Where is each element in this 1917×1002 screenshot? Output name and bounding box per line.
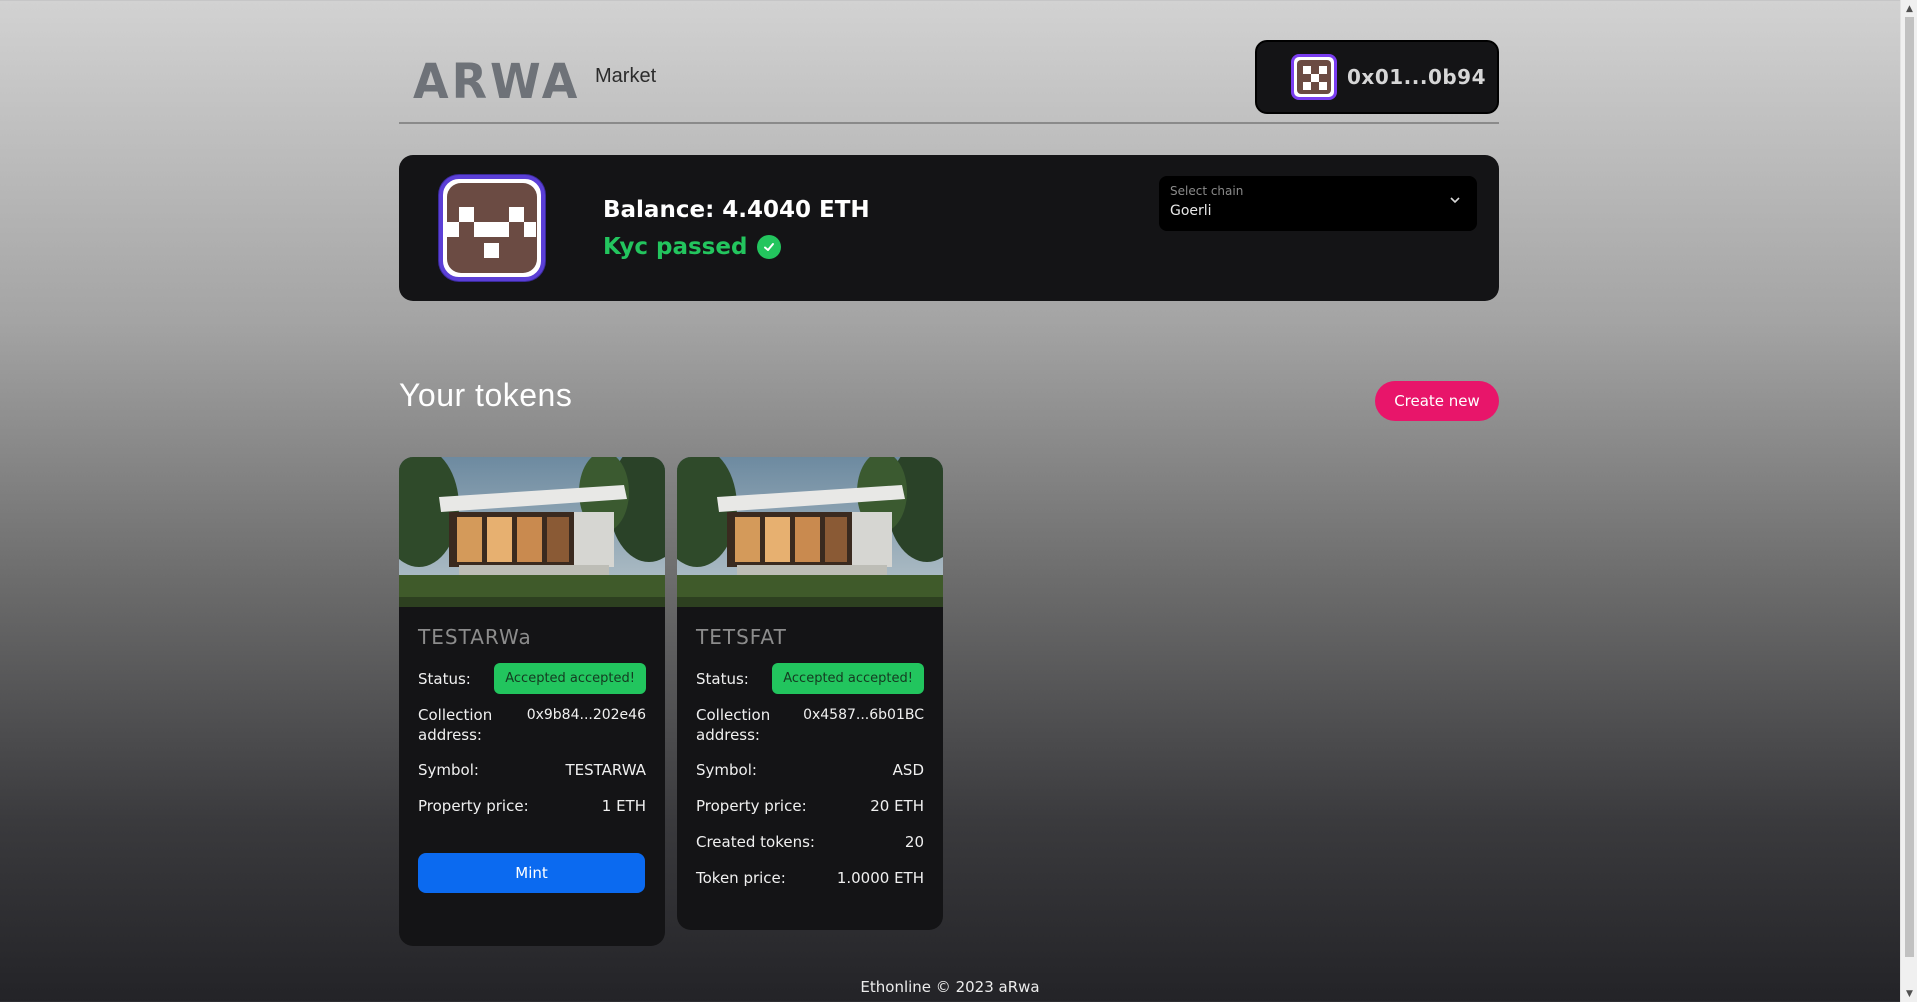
mint-button[interactable]: Mint (418, 853, 645, 893)
nav-market-link[interactable]: Market (595, 65, 656, 88)
scrollbar-thumb[interactable] (1905, 17, 1914, 957)
symbol-label: Symbol: (696, 761, 757, 779)
page: ARWA Market 0x01...0b94 Balance: 4.4040 … (0, 0, 1900, 1002)
profile-card: Balance: 4.4040 ETH Kyc passed Select ch… (399, 155, 1499, 301)
property-image (677, 457, 943, 607)
created-tokens-row: Created tokens: 20 (696, 833, 924, 851)
status-row: Status: Accepted accepted! (696, 663, 924, 694)
symbol-row: Symbol: ASD (696, 761, 924, 779)
property-price-label: Property price: (418, 797, 529, 815)
token-price-row: Token price: 1.0000 ETH (696, 869, 924, 887)
check-circle-icon (757, 235, 782, 259)
symbol-row: Symbol: TESTARWA (418, 761, 646, 779)
token-card: TESTARWa Status: Accepted accepted! Coll… (399, 457, 665, 946)
collection-address-row: Collection address: 0x9b84...202e46 (418, 706, 646, 745)
property-image (399, 457, 665, 607)
create-new-button[interactable]: Create new (1375, 381, 1499, 421)
logo[interactable]: ARWA (413, 53, 580, 110)
chain-select-label: Select chain (1170, 184, 1244, 198)
status-badge: Accepted accepted! (772, 663, 924, 694)
token-price-label: Token price: (696, 869, 786, 887)
created-tokens-label: Created tokens: (696, 833, 815, 851)
profile-avatar (439, 175, 545, 281)
chain-select[interactable]: Select chain Goerli (1159, 176, 1477, 231)
created-tokens-value: 20 (904, 833, 924, 851)
status-label: Status: (418, 669, 471, 688)
chevron-down-icon (1450, 197, 1460, 204)
chain-select-value: Goerli (1170, 203, 1212, 219)
property-price-value: 20 ETH (870, 797, 924, 815)
status-label: Status: (696, 669, 749, 688)
header: ARWA Market 0x01...0b94 (399, 40, 1499, 124)
symbol-value: TESTARWA (565, 761, 646, 779)
kyc-status: Kyc passed (603, 234, 782, 260)
symbol-value: ASD (892, 761, 924, 779)
status-row: Status: Accepted accepted! (418, 663, 646, 694)
wallet-address: 0x01...0b94 (1347, 65, 1487, 89)
property-price-value: 1 ETH (601, 797, 646, 815)
kyc-status-label: Kyc passed (603, 234, 748, 260)
property-price-row: Property price: 1 ETH (418, 797, 646, 815)
collection-address-label: Collection address: (696, 706, 771, 744)
scroll-down-icon[interactable]: ▼ (1901, 985, 1917, 1002)
token-price-value: 1.0000 ETH (836, 869, 924, 887)
token-name: TESTARWa (418, 625, 532, 649)
scroll-up-icon[interactable]: ▲ (1901, 0, 1917, 17)
status-badge: Accepted accepted! (494, 663, 646, 694)
collection-address-label: Collection address: (418, 706, 493, 744)
footer: Ethonline © 2023 aRwa (860, 978, 1040, 996)
scrollbar[interactable]: ▲ ▼ (1900, 0, 1917, 1002)
collection-address-value[interactable]: 0x9b84...202e46 (527, 706, 646, 723)
balance-text: Balance: 4.4040 ETH (603, 197, 870, 223)
property-price-label: Property price: (696, 797, 807, 815)
symbol-label: Symbol: (418, 761, 479, 779)
pixel-avatar-icon (1291, 54, 1337, 100)
token-name: TETSFAT (696, 625, 787, 649)
collection-address-row: Collection address: 0x4587...6b01BC (696, 706, 924, 745)
property-price-row: Property price: 20 ETH (696, 797, 924, 815)
wallet-button[interactable]: 0x01...0b94 (1255, 40, 1499, 114)
collection-address-value[interactable]: 0x4587...6b01BC (803, 706, 924, 723)
token-card: TETSFAT Status: Accepted accepted! Colle… (677, 457, 943, 930)
section-title: Your tokens (399, 377, 573, 413)
